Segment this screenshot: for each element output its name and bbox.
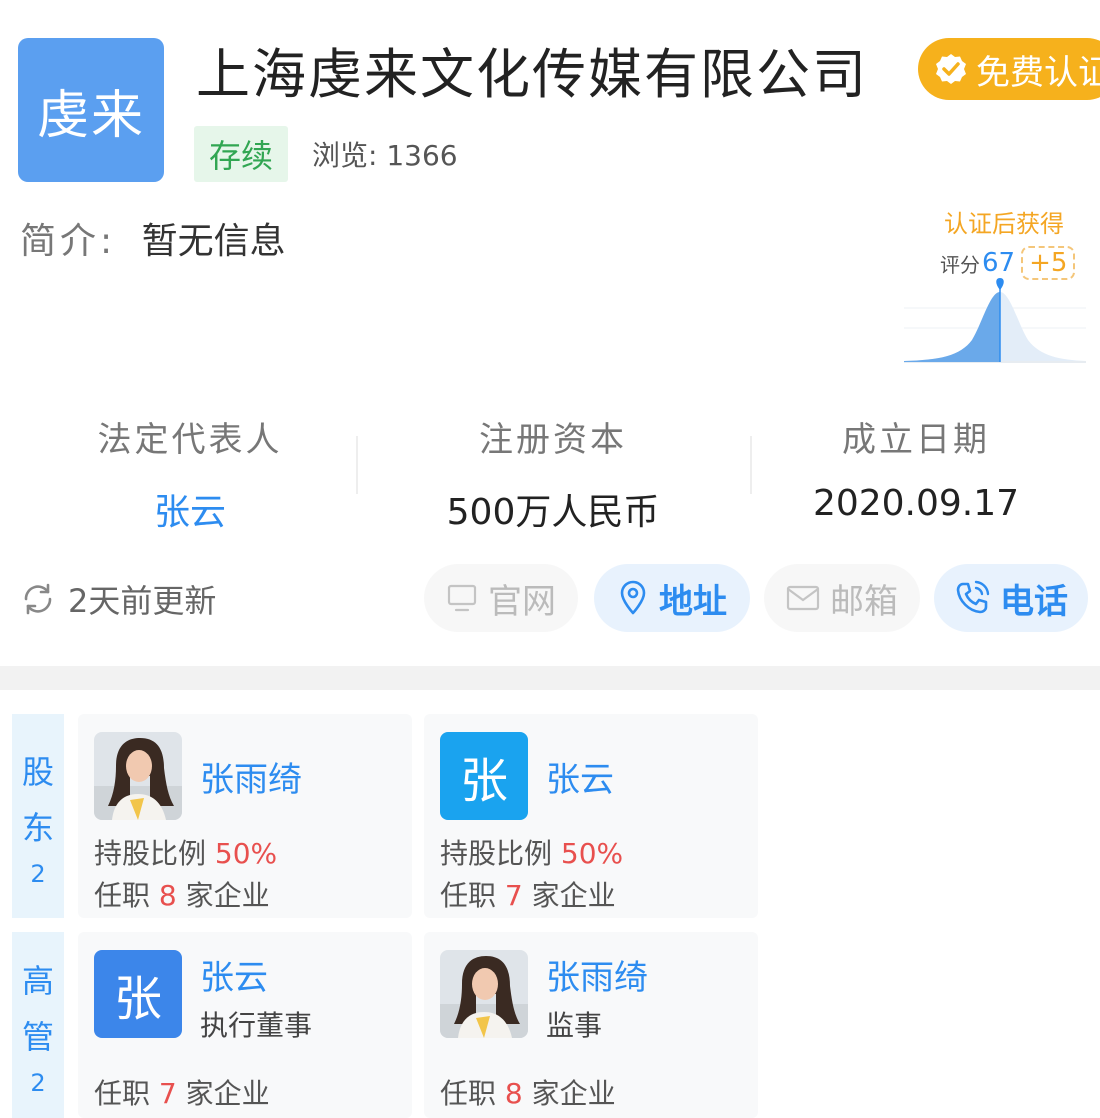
- executive-card[interactable]: 张 张云 执行董事 任职 7 家企业: [78, 932, 412, 1118]
- executive-name[interactable]: 张雨绮: [546, 950, 648, 999]
- score-label: 评分: [940, 252, 980, 277]
- person-photo-avatar: [94, 732, 182, 820]
- certify-label: 免费认证: [976, 52, 1100, 93]
- score-bonus: +5: [1021, 246, 1076, 280]
- share-ratio: 持股比例 50%: [94, 832, 277, 872]
- tab-char: 管: [21, 1018, 54, 1056]
- score-promo-text[interactable]: 认证后获得: [944, 204, 1064, 239]
- tab-char: 股: [21, 753, 54, 791]
- positions-prefix: 任职: [94, 879, 151, 912]
- stat-label: 注册资本: [479, 420, 627, 460]
- executive-role: 执行董事: [200, 1009, 313, 1042]
- shareholder-name[interactable]: 张雨绮: [200, 752, 302, 801]
- intro-label: 简介:: [20, 221, 117, 262]
- positions-count: 8: [504, 1077, 523, 1110]
- executives-count: 2: [30, 1069, 46, 1097]
- registered-capital: 注册资本 500万人民币: [403, 412, 703, 535]
- share-ratio-label: 持股比例: [94, 837, 207, 870]
- share-ratio-value: 50%: [214, 837, 278, 870]
- status-badge: 存续: [194, 126, 288, 182]
- divider: [356, 436, 358, 494]
- stat-value: 500万人民币: [446, 492, 660, 533]
- free-certify-button[interactable]: 免费认证: [918, 38, 1100, 100]
- shareholders-count: 2: [30, 860, 46, 888]
- tab-char: 高: [21, 962, 54, 1000]
- views-label: 浏览:: [312, 139, 378, 172]
- share-ratio-value: 50%: [560, 837, 624, 870]
- positions-held[interactable]: 任职 8 家企业: [440, 1072, 616, 1112]
- website-button[interactable]: 官网: [424, 564, 578, 632]
- executives-tab[interactable]: 高 管 2: [12, 932, 64, 1118]
- phone-label: 电话: [1000, 581, 1068, 622]
- location-pin-icon: [996, 278, 1004, 290]
- view-count: 浏览: 1366: [312, 134, 458, 174]
- executive-role: 监事: [546, 1009, 603, 1042]
- positions-count: 8: [158, 879, 177, 912]
- stat-value: 2020.09.17: [812, 483, 1020, 524]
- positions-held[interactable]: 任职 7 家企业: [94, 1072, 270, 1112]
- address-button[interactable]: 地址: [594, 564, 750, 632]
- legal-representative-link[interactable]: 张云: [40, 483, 340, 535]
- divider: [750, 436, 752, 494]
- website-label: 官网: [488, 581, 556, 622]
- score-fill-area: [904, 292, 1000, 362]
- shareholder-card[interactable]: 张雨绮 持股比例 50% 任职 8 家企业: [78, 714, 412, 918]
- positions-held[interactable]: 任职 8 家企业: [94, 874, 270, 914]
- company-name: 上海虔来文化传媒有限公司: [196, 43, 868, 106]
- shareholder-card[interactable]: 张 张云 持股比例 50% 任职 7 家企业: [424, 714, 758, 918]
- share-ratio-label: 持股比例: [440, 837, 553, 870]
- views-value: 1366: [386, 139, 458, 172]
- section-divider: [0, 666, 1100, 690]
- letter-avatar: 张: [94, 950, 182, 1038]
- update-text: 2天前更新: [68, 582, 217, 620]
- verified-check-icon: [936, 54, 966, 84]
- company-logo: 虔来: [18, 38, 164, 182]
- shareholder-name[interactable]: 张云: [546, 752, 614, 801]
- score-line[interactable]: 评分 67 +5: [940, 246, 1076, 280]
- shareholders-tab[interactable]: 股 东 2: [12, 714, 64, 918]
- positions-count: 7: [158, 1077, 177, 1110]
- score-value: 67: [982, 248, 1016, 278]
- woman-portrait-icon: [94, 732, 182, 820]
- positions-suffix: 家企业: [531, 1077, 616, 1110]
- stat-label: 法定代表人: [97, 420, 283, 460]
- address-label: 地址: [659, 581, 727, 622]
- legal-representative: 法定代表人 张云: [40, 412, 340, 535]
- email-label: 邮箱: [830, 581, 898, 622]
- positions-count: 7: [504, 879, 523, 912]
- score-distribution-chart[interactable]: [900, 278, 1090, 378]
- tab-char: 东: [21, 809, 54, 847]
- phone-icon: [956, 580, 990, 614]
- map-pin-icon: [620, 580, 646, 615]
- positions-suffix: 家企业: [185, 1077, 270, 1110]
- positions-prefix: 任职: [440, 879, 497, 912]
- phone-button[interactable]: 电话: [934, 564, 1088, 632]
- mail-icon: [786, 585, 820, 611]
- share-ratio: 持股比例 50%: [440, 832, 623, 872]
- positions-prefix: 任职: [94, 1077, 151, 1110]
- founded-date: 成立日期 2020.09.17: [766, 412, 1066, 524]
- positions-suffix: 家企业: [185, 879, 270, 912]
- stat-label: 成立日期: [842, 420, 990, 460]
- executive-name[interactable]: 张云: [200, 950, 268, 999]
- update-info[interactable]: 2天前更新: [20, 576, 216, 622]
- person-photo-avatar: [440, 950, 528, 1038]
- woman-portrait-icon: [440, 950, 528, 1038]
- positions-prefix: 任职: [440, 1077, 497, 1110]
- executive-card[interactable]: 张雨绮 监事 任职 8 家企业: [424, 932, 758, 1118]
- monitor-icon: [447, 584, 477, 612]
- company-intro: 简介: 暂无信息: [20, 212, 286, 264]
- positions-suffix: 家企业: [531, 879, 616, 912]
- positions-held[interactable]: 任职 7 家企业: [440, 874, 616, 914]
- refresh-icon: [24, 583, 52, 615]
- intro-value: 暂无信息: [141, 221, 286, 262]
- email-button[interactable]: 邮箱: [764, 564, 920, 632]
- letter-avatar: 张: [440, 732, 528, 820]
